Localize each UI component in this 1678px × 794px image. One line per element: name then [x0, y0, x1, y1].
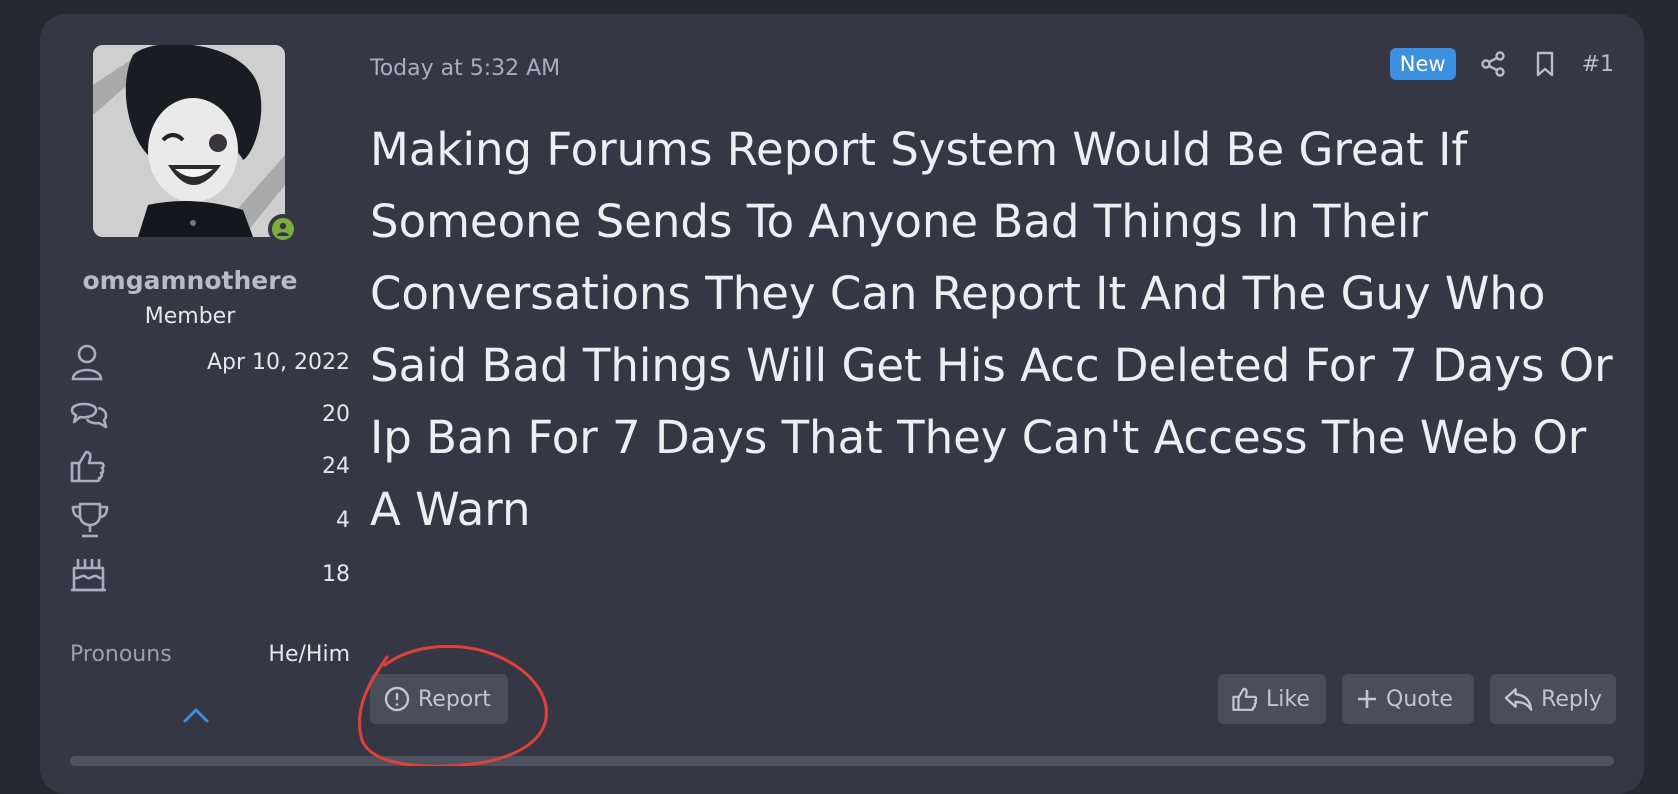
plus-icon	[1358, 690, 1376, 708]
post-body-text: Making Forums Report System Would Be Gre…	[370, 123, 1613, 536]
messages-icon	[70, 394, 110, 434]
stat-reactions-value: 24	[322, 453, 350, 479]
stat-messages: 20	[70, 394, 350, 434]
chevron-up-icon	[183, 708, 209, 723]
avatar-image	[93, 45, 285, 237]
quote-button[interactable]: Quote	[1342, 674, 1474, 724]
reply-icon	[1504, 688, 1533, 711]
stat-age-value: 18	[322, 561, 350, 587]
post-number-link[interactable]: #1	[1582, 52, 1614, 77]
pronouns-field: Pronouns He/Him	[70, 642, 350, 667]
stat-points-value: 4	[336, 507, 350, 533]
like-label: Like	[1266, 686, 1310, 712]
stat-age: 18	[70, 554, 350, 594]
stat-reactions: 24	[70, 446, 350, 486]
report-button[interactable]: Report	[370, 674, 508, 724]
post-header-actions: New #1	[1389, 48, 1614, 80]
pronouns-value: He/Him	[268, 642, 350, 667]
share-button[interactable]	[1478, 49, 1508, 79]
stat-joined: Apr 10, 2022	[70, 342, 350, 382]
collapse-user-info-button[interactable]	[176, 700, 216, 730]
like-button[interactable]: Like	[1218, 674, 1326, 724]
horizontal-scrollbar[interactable]	[70, 756, 1614, 766]
bookmark-button[interactable]	[1530, 49, 1560, 79]
stat-points: 4	[70, 500, 350, 540]
post-timestamp[interactable]: Today at 5:32 AM	[370, 56, 560, 81]
username-link[interactable]: omgamnothere	[40, 266, 340, 295]
quote-label: Quote	[1386, 686, 1453, 712]
trophy-icon	[70, 500, 110, 540]
pronouns-label: Pronouns	[70, 642, 172, 667]
user-icon	[70, 342, 110, 382]
new-badge: New	[1389, 48, 1456, 80]
post-card: omgamnothere Member Apr 10, 2022 20 24 4…	[40, 14, 1644, 794]
report-label: Report	[418, 686, 491, 712]
reply-label: Reply	[1541, 686, 1602, 712]
cake-icon	[70, 554, 110, 594]
online-status-icon	[268, 214, 298, 244]
reply-button[interactable]: Reply	[1490, 674, 1616, 724]
user-title: Member	[144, 304, 236, 329]
share-icon	[1480, 51, 1505, 77]
avatar[interactable]	[93, 45, 285, 237]
bookmark-icon	[1536, 51, 1553, 77]
report-icon	[384, 686, 410, 712]
thumbs-up-icon	[1232, 687, 1258, 711]
thumbs-up-icon	[70, 446, 110, 486]
stat-joined-value: Apr 10, 2022	[206, 349, 350, 375]
stat-messages-value: 20	[322, 401, 350, 427]
